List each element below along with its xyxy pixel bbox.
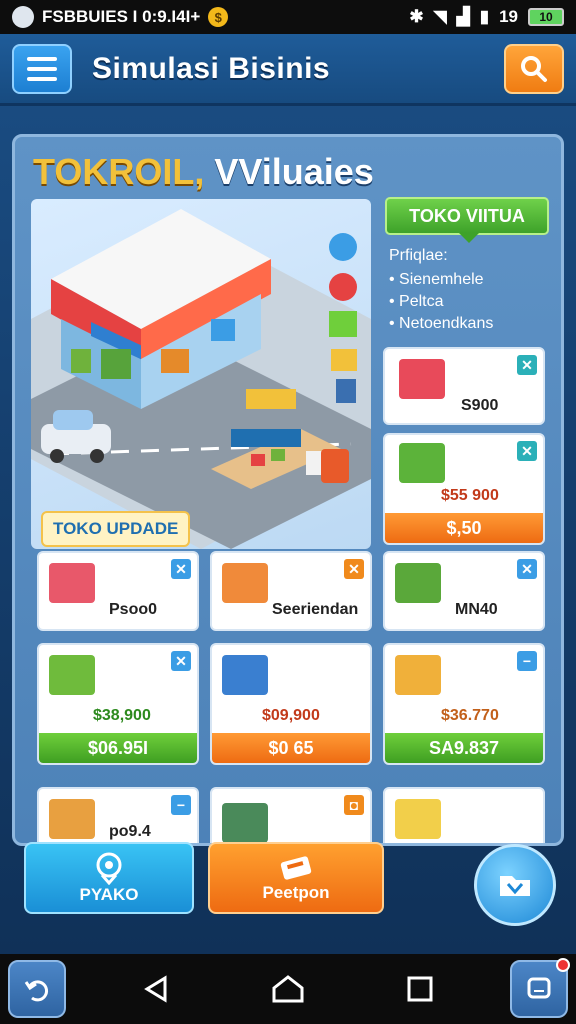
cart-stand-icon bbox=[222, 563, 268, 603]
close-icon[interactable]: ✕ bbox=[171, 651, 191, 671]
main-panel: TOKROIL, VViluaies TOKO UPDADE TOKO VIIT… bbox=[12, 134, 564, 846]
gift-icon bbox=[399, 359, 445, 399]
coin-icon: $ bbox=[208, 7, 229, 27]
status-bar: FSBBUIES I 0:9.I4I+ $ ✱ ◥ ▟ ▮ 19 10 bbox=[0, 0, 576, 34]
chat-button[interactable] bbox=[510, 958, 570, 1018]
info-tag[interactable]: TOKO VIITUA bbox=[385, 197, 549, 243]
close-icon[interactable]: ◘ bbox=[344, 795, 364, 815]
battery-icon: 10 bbox=[528, 8, 564, 26]
info-item: Sienemhele bbox=[389, 269, 493, 291]
panel-title-main: TOKROIL, bbox=[33, 151, 205, 192]
item-card-gold[interactable] bbox=[383, 787, 545, 843]
folder-icon bbox=[500, 876, 530, 896]
page-title: Simulasi Bisinis bbox=[92, 52, 331, 85]
menu-icon bbox=[27, 57, 57, 61]
item-price: $36.770 bbox=[441, 707, 499, 724]
buy-button[interactable]: SA9.837 bbox=[385, 733, 543, 763]
stall-icon bbox=[49, 563, 95, 603]
upgrade-tag[interactable]: TOKO UPDADE bbox=[41, 511, 191, 547]
app-icon bbox=[12, 6, 34, 28]
item-card-gift[interactable]: ✕ S900 bbox=[383, 347, 545, 425]
item-card-crate[interactable]: − po9.4 bbox=[37, 787, 199, 843]
shop-icon bbox=[395, 655, 441, 695]
undo-button[interactable] bbox=[8, 960, 66, 1018]
signal-icon: ▟ bbox=[456, 7, 470, 26]
notification-dot bbox=[556, 958, 570, 972]
item-card-kiosk[interactable]: $09,900 $0 65 bbox=[210, 643, 372, 765]
back-icon bbox=[144, 975, 167, 1003]
back-button[interactable] bbox=[136, 960, 176, 1018]
panel-title-sub: VViluaies bbox=[204, 151, 374, 192]
item-card-stall[interactable]: ✕ Psoo0 bbox=[37, 551, 199, 631]
shop-scene[interactable]: TOKO UPDADE bbox=[31, 199, 371, 549]
item-price: S900 bbox=[461, 397, 499, 414]
pyako-label: PYAKO bbox=[79, 885, 139, 904]
system-nav-bar bbox=[0, 954, 576, 1024]
chat-icon bbox=[527, 977, 551, 999]
gold-icon bbox=[395, 799, 441, 839]
item-price: $38,900 bbox=[93, 707, 151, 724]
info-list: Sienemhele Peltca Netoendkans bbox=[389, 269, 493, 335]
item-card-market[interactable]: ✕ $38,900 $06.95I bbox=[37, 643, 199, 765]
minus-icon[interactable]: − bbox=[171, 795, 191, 815]
item-label: MN40 bbox=[455, 601, 498, 618]
app-header: Simulasi Bisinis bbox=[0, 34, 576, 106]
info-item: Peltca bbox=[389, 291, 493, 313]
pyako-button[interactable]: PYAKO bbox=[24, 842, 194, 914]
item-price: $55 900 bbox=[441, 487, 499, 504]
minus-icon[interactable]: − bbox=[517, 651, 537, 671]
item-label: Psoo0 bbox=[109, 601, 158, 618]
item-card-cart[interactable]: ✕ $55 900 $,50 bbox=[383, 433, 545, 545]
market-icon bbox=[49, 655, 95, 695]
sim-icon: ▮ bbox=[479, 7, 490, 26]
battery-level: 10 bbox=[539, 10, 553, 24]
close-icon[interactable]: ✕ bbox=[517, 559, 537, 579]
item-card-box[interactable]: ◘ bbox=[210, 787, 372, 843]
item-label: Seeriendan bbox=[272, 601, 359, 618]
home-icon bbox=[272, 975, 304, 1003]
ticket-icon bbox=[280, 856, 312, 880]
cart-icon bbox=[399, 443, 445, 483]
wifi-icon: ◥ bbox=[433, 7, 447, 26]
close-icon[interactable]: ✕ bbox=[517, 355, 537, 375]
info-heading: Prfiqlae: bbox=[389, 247, 448, 264]
info-item: Netoendkans bbox=[389, 313, 493, 335]
box-icon bbox=[222, 803, 268, 843]
garden-icon bbox=[395, 563, 441, 603]
folder-button[interactable] bbox=[474, 844, 556, 926]
status-text: FSBBUIES I 0:9.I4I+ bbox=[42, 7, 201, 26]
buy-button[interactable]: $,50 bbox=[385, 513, 543, 543]
close-icon[interactable]: ✕ bbox=[344, 559, 364, 579]
close-icon[interactable]: ✕ bbox=[171, 559, 191, 579]
item-card-shop[interactable]: − $36.770 SA9.837 bbox=[383, 643, 545, 765]
peetpon-label: Peetpon bbox=[262, 883, 330, 902]
peetpon-button[interactable]: Peetpon bbox=[208, 842, 384, 914]
bluetooth-icon: ✱ bbox=[409, 7, 424, 26]
item-card-garden[interactable]: ✕ MN40 bbox=[383, 551, 545, 631]
item-label: po9.4 bbox=[109, 823, 151, 840]
buy-button[interactable]: $06.95I bbox=[39, 733, 197, 763]
buy-button[interactable]: $0 65 bbox=[212, 733, 370, 763]
pin-icon bbox=[96, 852, 122, 885]
search-button[interactable] bbox=[504, 44, 564, 94]
panel-title: TOKROIL, VViluaies bbox=[33, 151, 374, 193]
clock: 19 bbox=[499, 7, 518, 26]
store-illustration bbox=[31, 209, 371, 549]
recents-icon bbox=[407, 976, 433, 1002]
menu-button[interactable] bbox=[12, 44, 72, 94]
close-icon[interactable]: ✕ bbox=[517, 441, 537, 461]
item-price: $09,900 bbox=[262, 707, 320, 724]
search-icon bbox=[521, 56, 547, 82]
crate-icon bbox=[49, 799, 95, 839]
kiosk-icon bbox=[222, 655, 268, 695]
undo-icon bbox=[24, 980, 48, 1002]
recents-button[interactable] bbox=[400, 960, 440, 1018]
info-box: TOKO VIITUA Prfiqlae: Sienemhele Peltca … bbox=[383, 197, 551, 347]
home-button[interactable] bbox=[268, 960, 308, 1018]
item-card-cart-stand[interactable]: ✕ Seeriendan bbox=[210, 551, 372, 631]
